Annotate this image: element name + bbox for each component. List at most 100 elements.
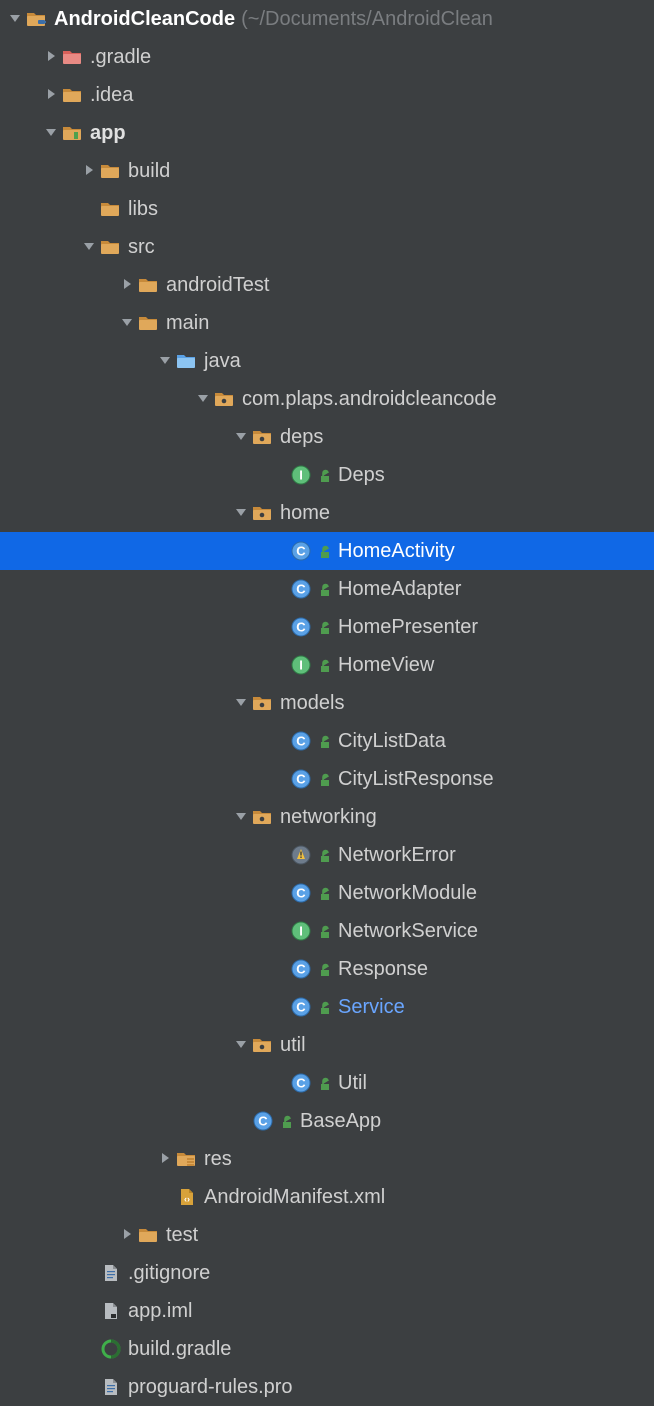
class-icon — [288, 541, 314, 561]
item-label: Deps — [334, 456, 385, 494]
tree-row[interactable]: CityListResponse — [0, 760, 654, 798]
chevron-right-icon[interactable] — [118, 277, 136, 291]
item-label: .gradle — [86, 38, 151, 76]
class-icon — [288, 883, 314, 903]
item-label: BaseApp — [296, 1102, 381, 1140]
chevron-down-icon[interactable] — [42, 125, 60, 139]
item-label: NetworkModule — [334, 874, 477, 912]
tree-row[interactable]: HomePresenter — [0, 608, 654, 646]
tree-row[interactable]: androidTest — [0, 266, 654, 304]
chevron-down-icon[interactable] — [232, 429, 250, 443]
item-label-open: Service — [334, 988, 405, 1026]
tree-row[interactable]: com.plaps.androidcleancode — [0, 380, 654, 418]
item-label: home — [276, 494, 330, 532]
chevron-down-icon[interactable] — [194, 391, 212, 405]
tree-row[interactable]: src — [0, 228, 654, 266]
tree-row[interactable]: .idea — [0, 76, 654, 114]
tree-row[interactable]: Deps — [0, 456, 654, 494]
tree-row-root[interactable]: AndroidCleanCode (~/Documents/AndroidCle… — [0, 0, 654, 38]
tree-row[interactable]: BaseApp — [0, 1102, 654, 1140]
vcs-lock-icon — [314, 657, 334, 673]
tree-row[interactable]: test — [0, 1216, 654, 1254]
chevron-down-icon[interactable] — [156, 353, 174, 367]
text-file-icon — [98, 1263, 124, 1283]
source-folder-icon — [174, 351, 200, 371]
tree-row[interactable]: build.gradle — [0, 1330, 654, 1368]
tree-row[interactable]: NetworkModule — [0, 874, 654, 912]
chevron-down-icon[interactable] — [6, 11, 24, 25]
folder-icon — [136, 313, 162, 333]
tree-row[interactable]: models — [0, 684, 654, 722]
tree-row[interactable]: res — [0, 1140, 654, 1178]
chevron-right-icon[interactable] — [118, 1227, 136, 1241]
tree-row[interactable]: Response — [0, 950, 654, 988]
tree-row[interactable]: HomeView — [0, 646, 654, 684]
item-label: libs — [124, 190, 158, 228]
chevron-right-icon[interactable] — [80, 163, 98, 177]
item-label: src — [124, 228, 155, 266]
chevron-down-icon[interactable] — [232, 1037, 250, 1051]
project-tree: AndroidCleanCode (~/Documents/AndroidCle… — [0, 0, 654, 1406]
vcs-lock-icon — [314, 961, 334, 977]
vcs-lock-icon — [314, 999, 334, 1015]
vcs-lock-icon — [276, 1113, 296, 1129]
item-label: test — [162, 1216, 198, 1254]
tree-row-app[interactable]: app — [0, 114, 654, 152]
item-label: CityListData — [334, 722, 446, 760]
chevron-right-icon[interactable] — [42, 49, 60, 63]
item-label: NetworkService — [334, 912, 478, 950]
tree-row[interactable]: Util — [0, 1064, 654, 1102]
tree-row[interactable]: .gitignore — [0, 1254, 654, 1292]
tree-row[interactable]: networking — [0, 798, 654, 836]
tree-row-selected[interactable]: HomeActivity — [0, 532, 654, 570]
item-label: .gitignore — [124, 1254, 210, 1292]
item-label: deps — [276, 418, 323, 456]
tree-row[interactable]: Service — [0, 988, 654, 1026]
tree-row[interactable]: main — [0, 304, 654, 342]
tree-row[interactable]: CityListData — [0, 722, 654, 760]
chevron-right-icon[interactable] — [156, 1151, 174, 1165]
vcs-lock-icon — [314, 1075, 334, 1091]
vcs-lock-icon — [314, 733, 334, 749]
item-label: Util — [334, 1064, 367, 1102]
tree-row[interactable]: deps — [0, 418, 654, 456]
class-icon — [288, 959, 314, 979]
item-label: main — [162, 304, 209, 342]
item-label: HomePresenter — [334, 608, 478, 646]
item-label: build.gradle — [124, 1330, 231, 1368]
item-label: .idea — [86, 76, 133, 114]
class-icon — [288, 731, 314, 751]
vcs-lock-icon — [314, 771, 334, 787]
gradle-file-icon — [98, 1339, 124, 1359]
chevron-down-icon[interactable] — [232, 505, 250, 519]
chevron-down-icon[interactable] — [118, 315, 136, 329]
tree-row[interactable]: AndroidManifest.xml — [0, 1178, 654, 1216]
tree-row[interactable]: proguard-rules.pro — [0, 1368, 654, 1406]
chevron-right-icon[interactable] — [42, 87, 60, 101]
vcs-lock-icon — [314, 543, 334, 559]
chevron-down-icon[interactable] — [80, 239, 98, 253]
item-label: build — [124, 152, 170, 190]
tree-row[interactable]: build — [0, 152, 654, 190]
root-label: AndroidCleanCode — [50, 0, 235, 38]
chevron-down-icon[interactable] — [232, 695, 250, 709]
xml-file-icon — [174, 1187, 200, 1207]
iml-file-icon — [98, 1301, 124, 1321]
tree-row[interactable]: .gradle — [0, 38, 654, 76]
item-label: app.iml — [124, 1292, 192, 1330]
tree-row[interactable]: NetworkService — [0, 912, 654, 950]
tree-row[interactable]: java — [0, 342, 654, 380]
vcs-lock-icon — [314, 581, 334, 597]
item-label: networking — [276, 798, 377, 836]
project-folder-icon — [24, 9, 50, 29]
tree-row[interactable]: NetworkError — [0, 836, 654, 874]
vcs-lock-icon — [314, 885, 334, 901]
chevron-down-icon[interactable] — [232, 809, 250, 823]
tree-row[interactable]: libs — [0, 190, 654, 228]
tree-row[interactable]: app.iml — [0, 1292, 654, 1330]
tree-row[interactable]: HomeAdapter — [0, 570, 654, 608]
item-label: HomeView — [334, 646, 434, 684]
package-folder-icon — [250, 693, 276, 713]
tree-row[interactable]: util — [0, 1026, 654, 1064]
tree-row[interactable]: home — [0, 494, 654, 532]
